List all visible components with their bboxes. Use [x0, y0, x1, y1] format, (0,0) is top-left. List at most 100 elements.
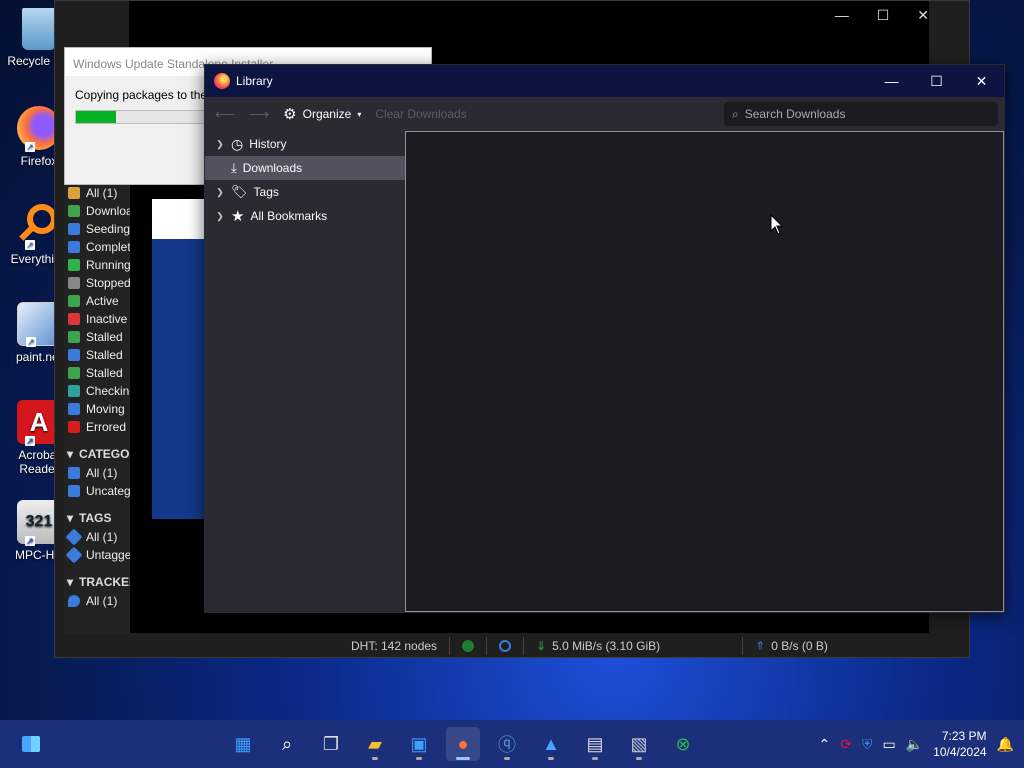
status-filter-item[interactable]: Stalled	[64, 364, 130, 382]
tree-item-all-bookmarks[interactable]: ❯ ★ All Bookmarks	[205, 204, 405, 228]
notification-bell-icon[interactable]: 🔔	[997, 736, 1014, 753]
status-filter-icon	[68, 187, 80, 199]
widgets-icon[interactable]	[14, 727, 48, 761]
chevron-right-icon[interactable]: ❯	[215, 139, 225, 150]
trackers-header[interactable]: ▾TRACKERS	[64, 572, 130, 592]
status-filter-item[interactable]: Downloading	[64, 202, 130, 220]
chevron-up-icon[interactable]: ⌃	[819, 736, 831, 753]
taskbar: ▦ ⌕ ❐ ▰ ▣ ● ⓠ ▲ ▤ ▧ ⊗ ⌃ ⟳ ⛨ ▭ 🔈 7:23 PM 10/4/2024 …	[0, 720, 1024, 768]
close-icon[interactable]: ✕	[917, 7, 929, 24]
task-view-icon[interactable]: ❐	[314, 727, 348, 761]
organize-button[interactable]: ⚙ Organize ▾	[283, 105, 361, 123]
maximize-button[interactable]: ☐	[914, 65, 959, 97]
notepad-icon[interactable]: ▤	[578, 727, 612, 761]
status-filter-item[interactable]: Active	[64, 292, 130, 310]
status-filter-item[interactable]: Running	[64, 256, 130, 274]
tree-item-downloads[interactable]: ⤓ Downloads	[205, 156, 405, 180]
downloads-list[interactable]	[405, 131, 1004, 612]
forward-button[interactable]: ⟶	[249, 106, 269, 123]
running-indicator	[416, 757, 422, 760]
photos-icon[interactable]: ▲	[534, 727, 568, 761]
status-filter-item[interactable]: Completed	[64, 238, 130, 256]
tags-header[interactable]: ▾ TAGS	[64, 508, 130, 528]
search-downloads-field[interactable]: ⌕ Search Downloads	[724, 102, 998, 126]
firefox-icon[interactable]: ●	[446, 727, 480, 761]
running-indicator	[636, 757, 642, 760]
firefox-icon	[214, 73, 230, 89]
status-filter-icon	[68, 349, 80, 361]
library-titlebar: Library — ☐ ✕	[205, 65, 1004, 97]
chevron-right-icon[interactable]: ❯	[215, 211, 225, 222]
minimize-icon[interactable]: —	[835, 7, 849, 24]
network-status-icon[interactable]	[449, 637, 486, 655]
chevron-down-icon: ▾	[67, 447, 74, 461]
status-filter-item[interactable]: All (1)	[64, 184, 130, 202]
store-icon[interactable]: ▣	[402, 727, 436, 761]
category-item-all[interactable]: All (1)	[64, 464, 130, 482]
status-filter-icon	[68, 277, 80, 289]
file-explorer-icon[interactable]: ▰	[358, 727, 392, 761]
display-icon[interactable]: ▭	[883, 736, 896, 753]
status-filter-icon	[68, 223, 80, 235]
start-icon[interactable]: ▦	[226, 727, 260, 761]
status-filter-item[interactable]: Stalled	[64, 328, 130, 346]
library-toolbar: ⟵ ⟶ ⚙ Organize ▾ Clear Downloads ⌕ Searc…	[205, 97, 1004, 131]
location-pin-icon	[68, 595, 80, 607]
upload-speed[interactable]: ⇑ 0 B/s (0 B)	[742, 637, 840, 655]
tag-item-untagged[interactable]: Untagged	[64, 546, 130, 564]
library-tree: ❯ ◷ History ⤓ Downloads ❯ 🏷 Tags ❯ ★ All…	[205, 131, 405, 612]
status-filter-icon	[68, 367, 80, 379]
tag-icon	[65, 528, 83, 546]
maximize-icon[interactable]: ☐	[877, 7, 890, 24]
back-button[interactable]: ⟵	[215, 106, 235, 123]
progress-fill	[76, 111, 116, 123]
status-filter-item[interactable]: Inactive	[64, 310, 130, 328]
chevron-right-icon[interactable]: ❯	[215, 187, 225, 198]
gear-icon: ⚙	[283, 106, 297, 123]
defender-icon[interactable]: ⛨	[862, 736, 873, 753]
xbox-icon[interactable]: ⊗	[666, 727, 700, 761]
clock[interactable]: 7:23 PM 10/4/2024	[933, 728, 986, 760]
chevron-down-icon: ▾	[357, 109, 362, 119]
qbittorrent-icon[interactable]: ⓠ	[490, 727, 524, 761]
tag-icon	[65, 546, 83, 564]
clear-downloads-button[interactable]: Clear Downloads	[375, 107, 466, 121]
volume-icon[interactable]: 🔈	[906, 736, 923, 753]
status-filter-icon	[68, 295, 80, 307]
qbittorrent-background-panel	[152, 199, 212, 519]
status-filter-icon	[68, 331, 80, 343]
clock-icon: ◷	[231, 135, 244, 152]
search-input[interactable]: Search Downloads	[745, 107, 846, 121]
search-icon[interactable]: ⌕	[270, 727, 304, 761]
close-button[interactable]: ✕	[959, 65, 1004, 97]
status-filter-item[interactable]: Checking	[64, 382, 130, 400]
tag-item-all[interactable]: All (1)	[64, 528, 130, 546]
categories-header[interactable]: ▾CATEGORIES	[64, 444, 130, 464]
minimize-button[interactable]: —	[869, 65, 914, 97]
mouse-cursor-icon	[770, 214, 784, 235]
installer-icon[interactable]: ▧	[622, 727, 656, 761]
tree-item-tags[interactable]: ❯ 🏷 Tags	[205, 180, 405, 204]
sync-icon[interactable]: ⟳	[840, 736, 852, 753]
speed-limit-icon[interactable]	[486, 637, 523, 655]
download-speed[interactable]: ⇓ 5.0 MiB/s (3.10 GiB)	[523, 637, 672, 655]
qbittorrent-window-controls: — ☐ ✕	[835, 7, 929, 24]
status-filter-icon	[68, 403, 80, 415]
status-filter-list: All (1)DownloadingSeedingCompletedRunnin…	[64, 184, 130, 436]
library-title: Library	[236, 74, 273, 88]
tree-item-history[interactable]: ❯ ◷ History	[205, 132, 405, 156]
status-filter-item[interactable]: Stopped	[64, 274, 130, 292]
status-filter-icon	[68, 313, 80, 325]
status-filter-item[interactable]: Seeding	[64, 220, 130, 238]
running-indicator	[504, 757, 510, 760]
status-filter-item[interactable]: Stalled	[64, 346, 130, 364]
taskbar-apps: ▦ ⌕ ❐ ▰ ▣ ● ⓠ ▲ ▤ ▧ ⊗	[226, 727, 700, 761]
category-item-uncategorized[interactable]: Uncategorized	[64, 482, 130, 500]
download-icon: ⤓	[231, 160, 237, 175]
status-filter-item[interactable]: Moving	[64, 400, 130, 418]
status-filter-icon	[68, 421, 80, 433]
running-indicator	[548, 757, 554, 760]
status-filter-item[interactable]: Errored	[64, 418, 130, 436]
system-tray: ⌃ ⟳ ⛨ ▭ 🔈 7:23 PM 10/4/2024 🔔	[819, 720, 1014, 768]
tracker-item-all[interactable]: All (1)	[64, 592, 130, 610]
